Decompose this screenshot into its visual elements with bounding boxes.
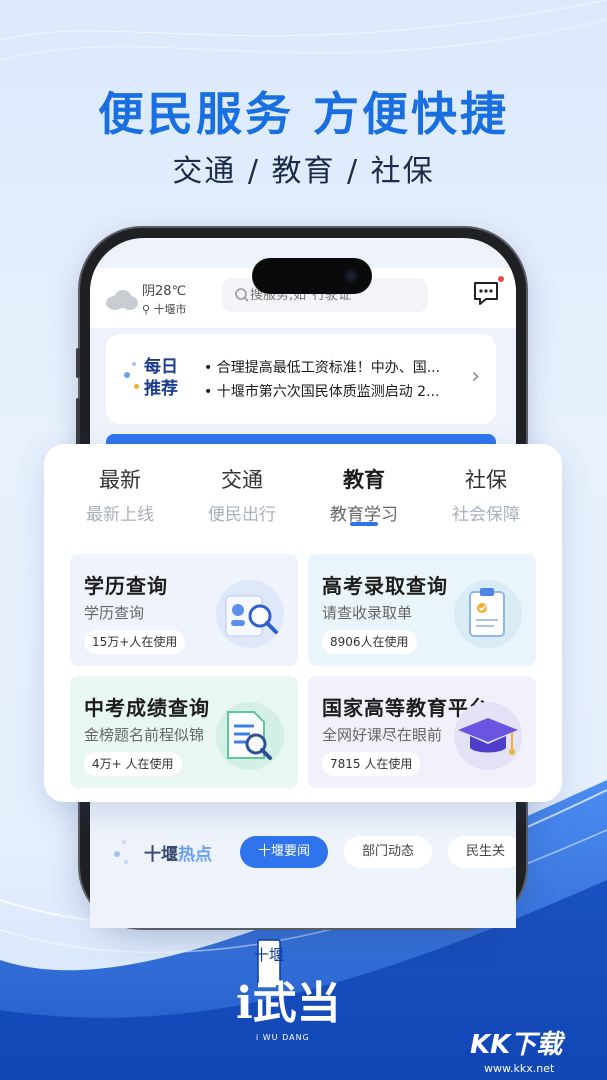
service-usage-badge: 7815 人在使用 <box>322 752 421 776</box>
brand-logo: 十堰 i武当 i WU DANG <box>222 936 392 1046</box>
service-usage-badge: 8906人在使用 <box>322 630 417 654</box>
city-label: 十堰市 <box>153 303 187 316</box>
service-desc: 请查收录取单 <box>322 604 413 622</box>
service-higher-education-platform[interactable]: 国家高等教育平台 全网好课尽在眼前 7815 人在使用 <box>308 676 536 788</box>
dynamic-island <box>252 258 372 294</box>
tab-label: 交通 <box>221 468 263 492</box>
daily-recommend-badge: 每日 推荐 <box>124 356 188 404</box>
message-icon[interactable] <box>472 280 500 306</box>
service-gaokao-query[interactable]: 高考录取查询 请查收录取单 8906人在使用 <box>308 554 536 666</box>
decor-dots-icon <box>114 840 129 865</box>
weather-city: ⚲ 十堰市 <box>142 301 187 317</box>
cloud-icon <box>104 288 138 310</box>
service-desc: 全网好课尽在眼前 <box>322 726 443 744</box>
search-icon <box>235 288 249 302</box>
hot-title: 十堰热点 <box>144 840 212 865</box>
tab-social-security[interactable]: 社保 社会保障 <box>426 464 546 525</box>
service-desc: 学历查询 <box>84 604 145 622</box>
badge-line2: 推荐 <box>144 379 178 399</box>
chevron-right-icon[interactable]: › <box>471 364 480 389</box>
tab-traffic[interactable]: 交通 便民出行 <box>182 464 302 525</box>
service-zhongkao-query[interactable]: 中考成绩查询 金榜题名前程似锦 4万+ 人在使用 <box>70 676 298 788</box>
weather-widget[interactable]: 阴28℃ ⚲ 十堰市 <box>104 280 187 317</box>
weather-temp: 阴28℃ <box>142 284 187 299</box>
hot-news-row: 十堰热点 十堰要闻 部门动态 民生关 <box>106 828 516 878</box>
pill-department-news[interactable]: 部门动态 <box>344 836 433 868</box>
news-item[interactable]: 十堰市第六次国民体质监测启动 2... <box>204 380 464 404</box>
service-desc: 金榜题名前程似锦 <box>84 726 205 744</box>
daily-recommend-card[interactable]: 每日 推荐 合理提高最低工资标准！中办、国... 十堰市第六次国民体质监测启动 … <box>106 334 496 424</box>
logo-top-text: 十堰 <box>254 946 284 964</box>
logo-sub-text: i WU DANG <box>256 1033 310 1042</box>
news-item[interactable]: 合理提高最低工资标准！中办、国... <box>204 356 464 380</box>
hot-title-a: 十堰 <box>144 845 178 865</box>
id-card-search-icon <box>216 580 284 648</box>
active-tab-indicator <box>350 522 378 526</box>
news-list: 合理提高最低工资标准！中办、国... 十堰市第六次国民体质监测启动 2... <box>204 356 464 404</box>
hot-title-b: 热点 <box>178 845 212 865</box>
phone-side-button <box>76 398 80 448</box>
tab-sublabel: 社会保障 <box>452 505 520 525</box>
service-card: 最新 最新上线 交通 便民出行 教育 教育学习 社保 社会保障 学历查询 学历查… <box>44 444 562 802</box>
tab-label: 最新 <box>99 468 141 492</box>
service-title: 高考录取查询 <box>322 574 448 598</box>
graduation-cap-icon <box>454 702 522 770</box>
tab-latest[interactable]: 最新 最新上线 <box>60 464 180 525</box>
service-degree-query[interactable]: 学历查询 学历查询 15万+人在使用 <box>70 554 298 666</box>
pill-livelihood[interactable]: 民生关 <box>448 836 516 868</box>
subline: 交通 / 教育 / 社保 <box>172 154 435 189</box>
location-pin-icon: ⚲ <box>142 303 151 316</box>
watermark-url: www.kkx.net <box>484 1062 555 1075</box>
tab-education[interactable]: 教育 教育学习 <box>304 464 424 526</box>
service-usage-badge: 15万+人在使用 <box>84 630 186 654</box>
service-title: 中考成绩查询 <box>84 696 210 720</box>
logo-main-text: i武当 <box>236 978 341 1029</box>
tab-sublabel: 便民出行 <box>208 505 276 525</box>
clipboard-check-icon <box>454 580 522 648</box>
badge-line1: 每日 <box>144 357 178 377</box>
category-tabs: 最新 最新上线 交通 便民出行 教育 教育学习 社保 社会保障 <box>44 464 562 534</box>
pill-shiyan-news[interactable]: 十堰要闻 <box>240 836 329 868</box>
tab-sublabel: 最新上线 <box>86 505 154 525</box>
document-search-icon <box>216 702 284 770</box>
tab-label: 社保 <box>465 468 507 492</box>
service-usage-badge: 4万+ 人在使用 <box>84 752 182 776</box>
service-title: 学历查询 <box>84 574 168 598</box>
phone-side-button <box>76 348 80 378</box>
headline: 便民服务 方便快捷 <box>97 87 509 141</box>
notification-dot <box>498 276 504 282</box>
tab-label: 教育 <box>343 468 385 492</box>
watermark-text: KK下载 <box>470 1030 563 1060</box>
